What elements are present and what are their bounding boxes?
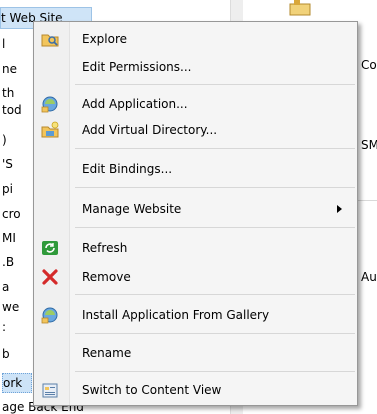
context-menu: Explore Edit Permissions... Add Applicat…	[33, 21, 358, 406]
menu-item-refresh[interactable]: Refresh	[37, 237, 354, 259]
tree-node[interactable]: cro	[2, 205, 21, 223]
tree-node[interactable]: th	[2, 84, 14, 102]
add-virtual-directory-icon	[41, 121, 59, 139]
tree-node[interactable]: tod	[2, 101, 22, 119]
menu-item-explore[interactable]: Explore	[37, 28, 354, 50]
tree-node[interactable]: MI	[2, 229, 16, 247]
panel-label: Co	[361, 58, 377, 72]
tree-node[interactable]: we	[2, 298, 19, 316]
menu-item-label: Edit Bindings...	[82, 162, 173, 176]
remove-x-icon	[41, 268, 59, 286]
menu-separator	[75, 187, 355, 188]
tree-node[interactable]: l	[2, 35, 5, 53]
menu-item-add-application[interactable]: Add Application...	[37, 93, 354, 115]
menu-item-label: Manage Website	[82, 202, 182, 216]
site-icon	[289, 0, 311, 16]
menu-separator	[75, 227, 355, 228]
tree-node-selected[interactable]: ork	[2, 373, 32, 393]
menu-item-label: Remove	[82, 270, 131, 284]
tree-node[interactable]: 'S	[2, 155, 13, 173]
tree-node[interactable]: a	[2, 278, 9, 296]
tree-node[interactable]: pi	[2, 180, 13, 198]
tree-node[interactable]: .B	[2, 253, 14, 271]
menu-item-label: Explore	[82, 32, 128, 46]
menu-item-label: Add Application...	[82, 97, 188, 111]
menu-item-label: Switch to Content View	[82, 383, 222, 397]
menu-item-rename[interactable]: Rename	[37, 342, 354, 364]
menu-item-label: Add Virtual Directory...	[82, 123, 218, 137]
menu-item-remove[interactable]: Remove	[37, 266, 354, 288]
menu-separator	[75, 371, 355, 372]
tree-node[interactable]: :	[2, 318, 6, 336]
install-gallery-icon	[41, 306, 59, 324]
menu-separator	[75, 84, 355, 85]
menu-item-label: Install Application From Gallery	[82, 308, 270, 322]
content-view-icon	[41, 381, 59, 399]
menu-item-label: Refresh	[82, 241, 128, 255]
menu-item-edit-permissions[interactable]: Edit Permissions...	[37, 56, 354, 78]
menu-separator	[75, 148, 355, 149]
menu-item-label: Rename	[82, 346, 132, 360]
explore-folder-icon	[41, 30, 59, 48]
refresh-icon	[41, 239, 59, 257]
panel-label: SM	[361, 138, 377, 152]
tree-node[interactable]: b	[2, 345, 10, 363]
menu-item-add-virtual-directory[interactable]: Add Virtual Directory...	[37, 119, 354, 141]
submenu-arrow-icon	[337, 205, 342, 213]
tree-node[interactable]: )	[2, 131, 7, 149]
menu-item-install-from-gallery[interactable]: Install Application From Gallery	[37, 304, 354, 326]
menu-item-switch-content-view[interactable]: Switch to Content View	[37, 379, 354, 401]
menu-item-manage-website[interactable]: Manage Website	[37, 198, 354, 220]
menu-item-label: Edit Permissions...	[82, 60, 192, 74]
add-application-icon	[41, 95, 59, 113]
menu-item-edit-bindings[interactable]: Edit Bindings...	[37, 158, 354, 180]
menu-separator	[75, 294, 355, 295]
tree-node[interactable]: ne	[2, 60, 17, 78]
menu-separator	[75, 333, 355, 334]
panel-label: Au	[361, 270, 377, 284]
